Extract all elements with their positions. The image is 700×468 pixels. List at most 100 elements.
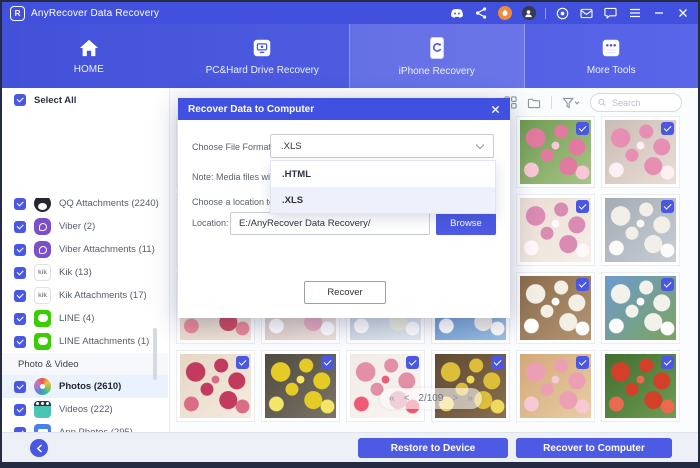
item-label: Kik Attachments (17) xyxy=(59,290,147,301)
last-page-button[interactable]: » xyxy=(467,394,473,404)
selected-check-badge[interactable] xyxy=(406,356,419,369)
tab-home[interactable]: HOME xyxy=(2,24,176,88)
titlebar-divider xyxy=(545,8,546,19)
location-input[interactable]: E:/AnyRecover Data Recovery/ xyxy=(230,212,430,235)
photo-thumbnail[interactable] xyxy=(346,350,425,422)
file-format-dropdown: .HTML.XLS xyxy=(270,160,496,214)
location-label: Location: xyxy=(192,218,229,228)
item-label: QQ Attachments (2240) xyxy=(59,198,159,209)
dropdown-option-html[interactable]: .HTML xyxy=(271,161,495,187)
item-checkbox[interactable] xyxy=(14,313,26,325)
restore-to-device-button[interactable]: Restore to Device xyxy=(358,438,508,458)
sidebar-item-qq[interactable]: QQ Attachments (2240) xyxy=(2,198,168,215)
selected-check-badge[interactable] xyxy=(661,356,674,369)
select-all-label: Select All xyxy=(34,95,76,106)
dropdown-option-xls[interactable]: .XLS xyxy=(271,187,495,213)
sidebar-section-header: Photo & Video xyxy=(2,353,168,375)
file-format-select[interactable]: .XLS xyxy=(270,134,494,158)
photo-thumbnail[interactable] xyxy=(601,350,680,422)
account-icon[interactable] xyxy=(521,6,536,21)
selected-check-badge[interactable] xyxy=(576,356,589,369)
selected-check-badge[interactable] xyxy=(661,122,674,135)
viber-icon xyxy=(34,241,51,258)
photo-thumbnail[interactable] xyxy=(601,116,680,188)
photo-thumbnail[interactable] xyxy=(516,116,595,188)
search-input[interactable] xyxy=(610,97,674,109)
sidebar-item-viber[interactable]: Viber (2) xyxy=(2,215,168,238)
discord-icon[interactable] xyxy=(449,6,464,21)
item-checkbox[interactable] xyxy=(14,267,26,279)
browse-button[interactable]: Browse xyxy=(436,212,496,235)
mail-icon[interactable] xyxy=(579,6,594,21)
toolbar-divider xyxy=(551,96,552,109)
app-photos-icon xyxy=(34,424,51,432)
sidebar-scrollbar[interactable] xyxy=(153,328,157,380)
line-icon xyxy=(34,333,51,350)
qq-icon xyxy=(34,198,51,212)
sidebar-item-app-photos[interactable]: App Photos (295) xyxy=(2,421,168,432)
recover-button[interactable]: Recover xyxy=(304,281,386,304)
photo-thumbnail[interactable] xyxy=(516,350,595,422)
photo-thumbnail[interactable] xyxy=(176,350,255,422)
minimize-icon[interactable] xyxy=(651,6,666,21)
photo-thumbnail[interactable] xyxy=(601,194,680,266)
photo-thumbnail[interactable] xyxy=(261,350,340,422)
share-icon[interactable] xyxy=(473,6,488,21)
sidebar-item-photos[interactable]: Photos (2610) xyxy=(2,375,168,398)
tab-more-tools[interactable]: More Tools xyxy=(525,24,699,88)
location-hint-text: Choose a location to s xyxy=(192,197,281,207)
item-label: LINE Attachments (1) xyxy=(59,336,149,347)
prev-page-button[interactable]: < xyxy=(404,394,410,404)
next-page-button[interactable]: > xyxy=(452,394,458,404)
select-all-row[interactable]: Select All xyxy=(2,88,169,112)
dialog-close-icon[interactable] xyxy=(491,105,500,114)
selected-check-badge[interactable] xyxy=(576,278,589,291)
sidebar-item-kik[interactable]: Kik Attachments (17) xyxy=(2,284,168,307)
sidebar-category-list: QQ Attachments (2240) Viber (2)Viber Atta… xyxy=(2,198,168,432)
sidebar-item-videos[interactable]: Videos (222) xyxy=(2,398,168,421)
item-label: Photos (2610) xyxy=(59,381,121,392)
file-format-label: Choose File Format: xyxy=(192,142,274,152)
photo-thumbnail[interactable] xyxy=(601,272,680,344)
main-nav: HOMEPC&Hard Drive RecoveryiPhone Recover… xyxy=(2,24,698,88)
sidebar-item-kik[interactable]: Kik (13) xyxy=(2,261,168,284)
selected-check-badge[interactable] xyxy=(491,356,504,369)
recover-to-computer-button[interactable]: Recover to Computer xyxy=(516,438,672,458)
photo-thumbnail[interactable] xyxy=(516,272,595,344)
tab-pc-hard-drive-recovery[interactable]: PC&Hard Drive Recovery xyxy=(176,24,350,88)
item-checkbox[interactable] xyxy=(14,381,26,393)
select-all-checkbox[interactable] xyxy=(14,94,26,106)
close-icon[interactable] xyxy=(675,6,690,21)
item-label: Kik (13) xyxy=(59,267,92,278)
back-button[interactable] xyxy=(30,439,48,457)
selected-check-badge[interactable] xyxy=(661,200,674,213)
first-page-button[interactable]: « xyxy=(389,394,395,404)
sidebar-item-viber[interactable]: Viber Attachments (11) xyxy=(2,238,168,261)
menu-icon[interactable] xyxy=(627,6,642,21)
gift-icon[interactable] xyxy=(497,6,512,21)
support-icon[interactable] xyxy=(555,6,570,21)
selected-check-badge[interactable] xyxy=(321,356,334,369)
search-box xyxy=(590,93,682,112)
folder-view-icon[interactable] xyxy=(527,97,541,109)
viber-icon xyxy=(34,218,51,235)
sidebar: Select All QQ Attachments (2240) Viber (2… xyxy=(2,88,170,432)
photo-thumbnail[interactable] xyxy=(516,194,595,266)
item-checkbox[interactable] xyxy=(14,198,26,210)
selected-check-badge[interactable] xyxy=(236,356,249,369)
item-checkbox[interactable] xyxy=(14,244,26,256)
page-indicator: 2/109 xyxy=(418,393,443,404)
selected-check-badge[interactable] xyxy=(576,122,589,135)
feedback-icon[interactable] xyxy=(603,6,618,21)
item-checkbox[interactable] xyxy=(14,336,26,348)
sidebar-item-line[interactable]: LINE Attachments (1) xyxy=(2,330,168,353)
sidebar-item-line[interactable]: LINE (4) xyxy=(2,307,168,330)
item-checkbox[interactable] xyxy=(14,404,26,416)
photo-thumbnail[interactable] xyxy=(431,350,510,422)
filter-icon[interactable] xyxy=(562,97,580,109)
selected-check-badge[interactable] xyxy=(576,200,589,213)
tab-iphone-recovery[interactable]: iPhone Recovery xyxy=(349,24,525,88)
selected-check-badge[interactable] xyxy=(661,278,674,291)
item-checkbox[interactable] xyxy=(14,221,26,233)
item-checkbox[interactable] xyxy=(14,290,26,302)
